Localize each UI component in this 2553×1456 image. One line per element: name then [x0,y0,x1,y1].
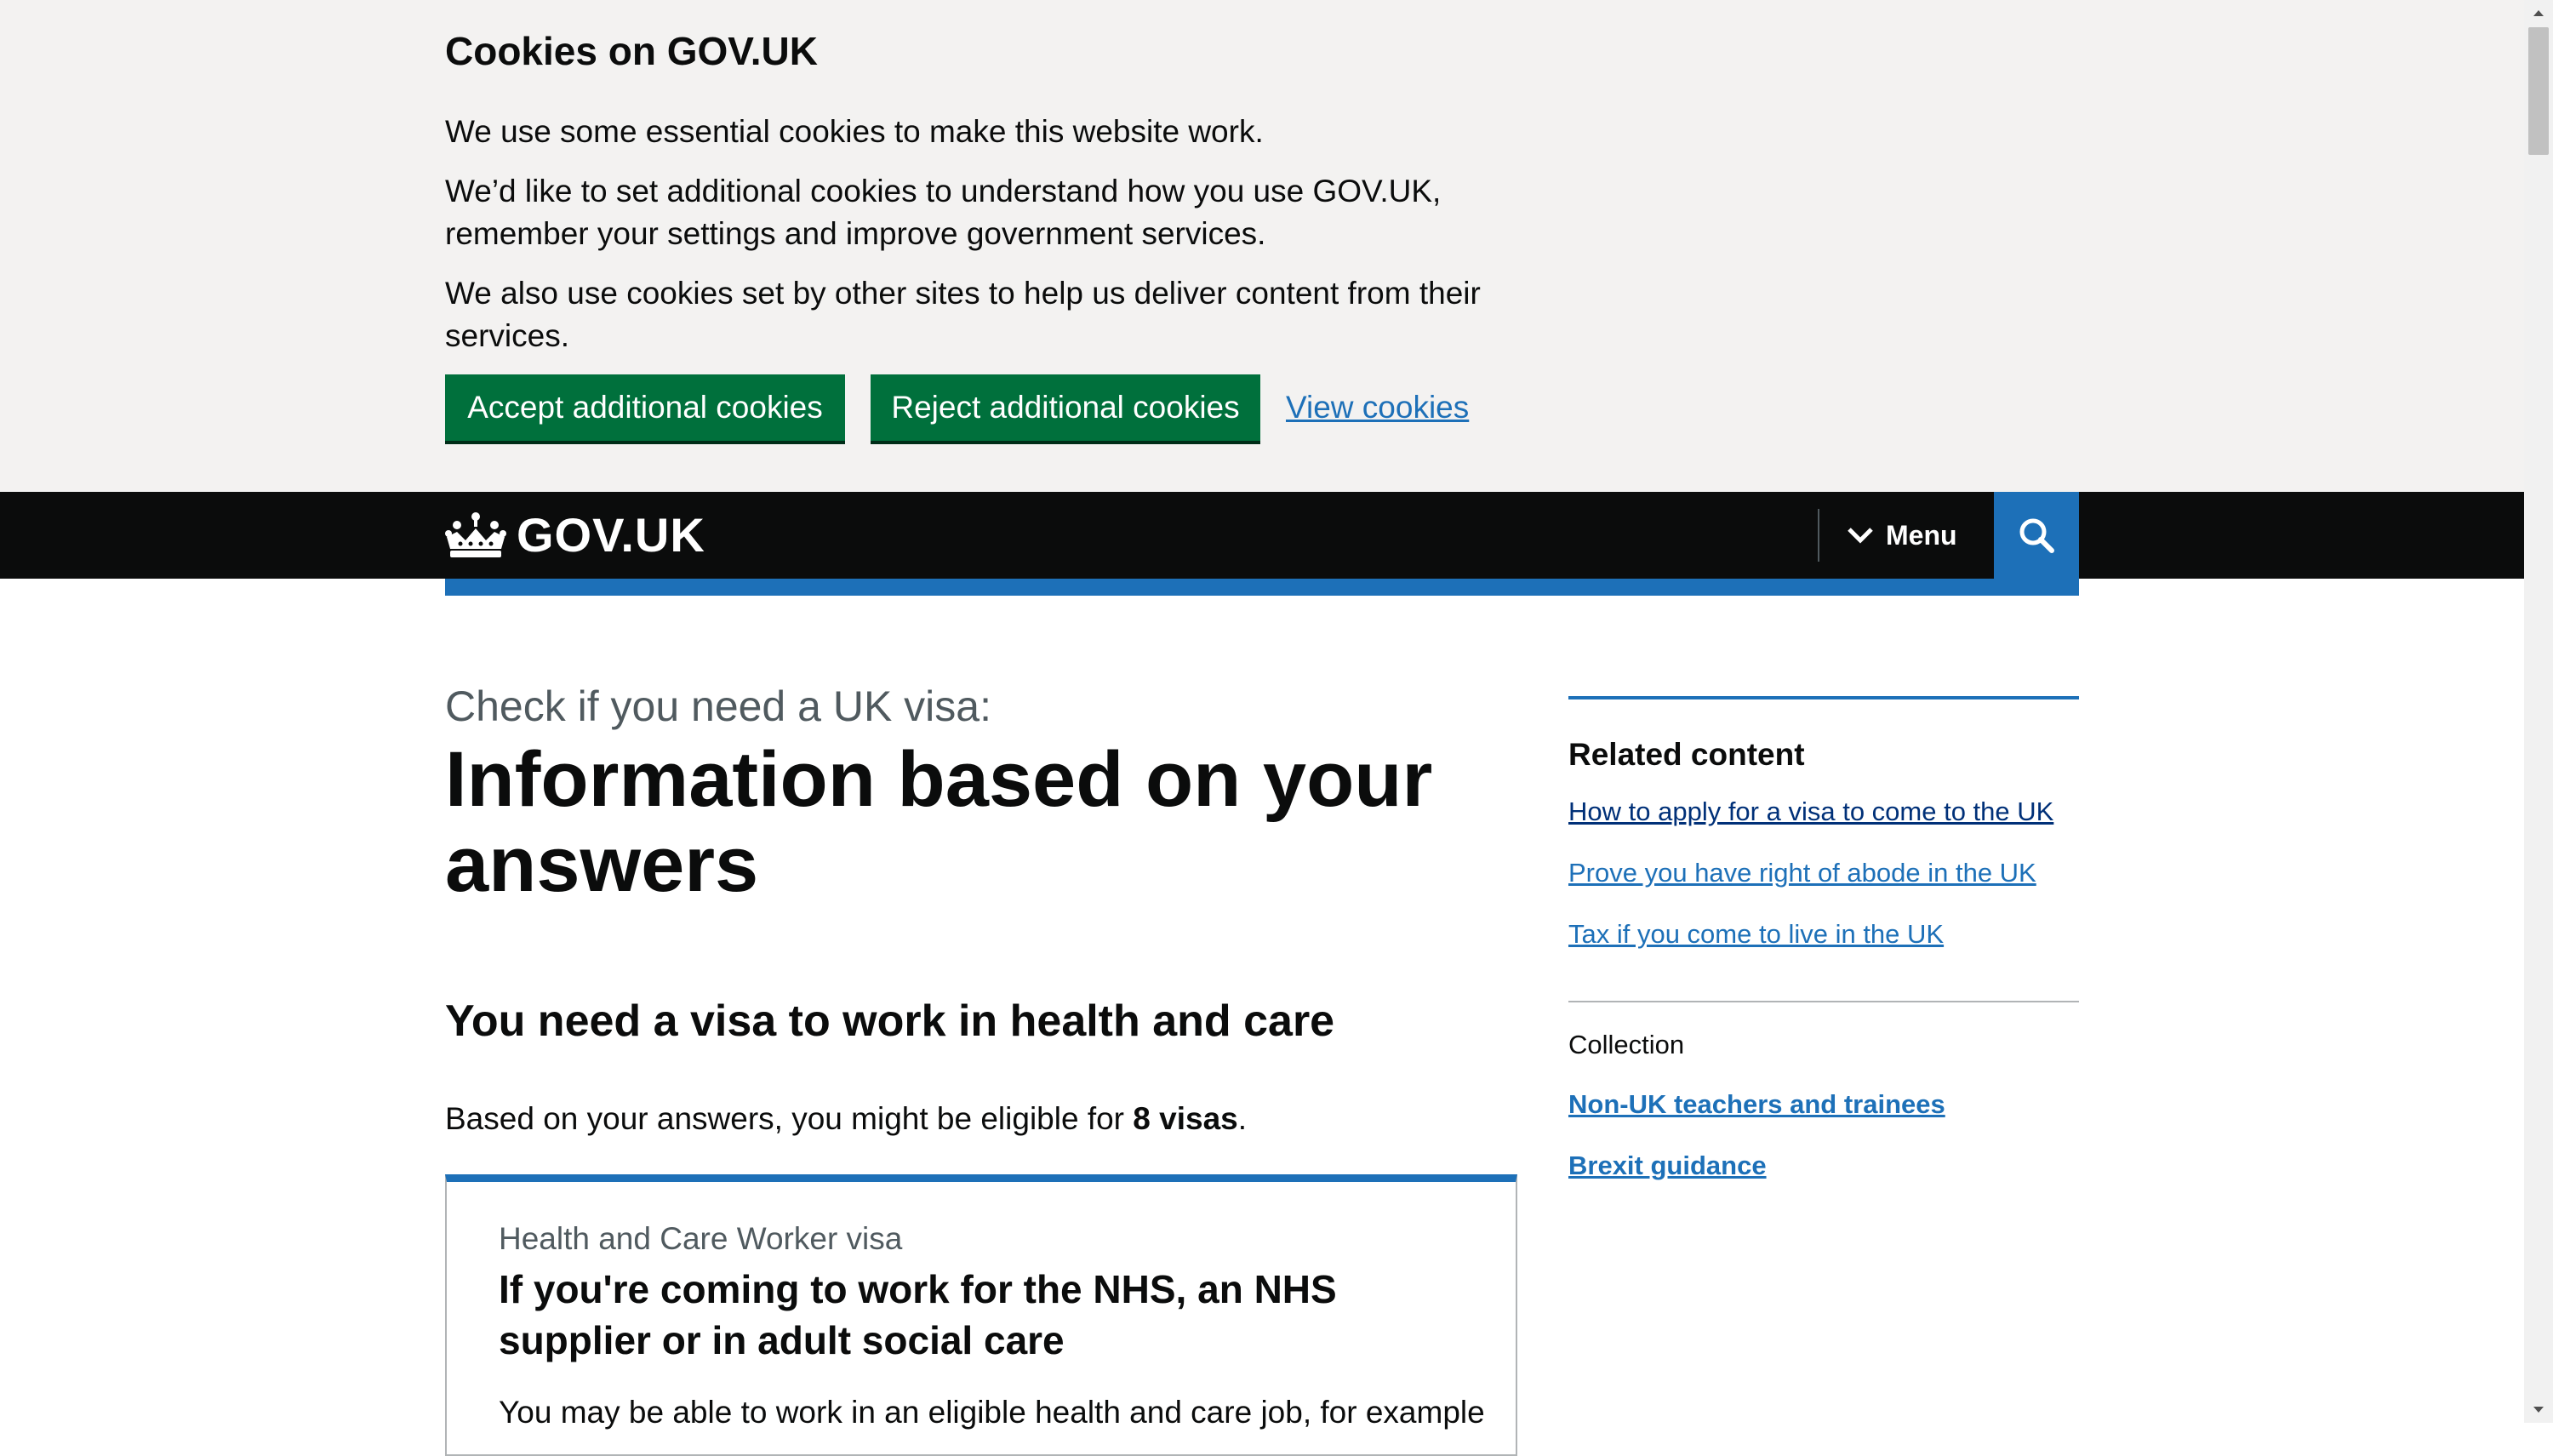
scrollbar-thumb[interactable] [2528,27,2549,155]
logo-text: GOV.UK [517,508,705,562]
search-icon [2019,518,2054,553]
view-cookies-link[interactable]: View cookies [1286,385,1469,431]
related-content-title: Related content [1568,737,1805,772]
reject-cookies-button[interactable]: Reject additional cookies [871,374,1260,441]
visa-card: Health and Care Worker visa If you're co… [445,1174,1517,1456]
related-link[interactable]: How to apply for a visa to come to the U… [1568,793,2053,831]
scroll-up-arrow-icon[interactable] [2524,0,2553,26]
site-header: GOV.UK Menu [0,492,2524,579]
eligibility-suffix: . [1237,1101,1248,1136]
visa-card-heading: If you're coming to work for the NHS, an… [499,1267,1337,1362]
header-divider [1818,509,1819,562]
eligibility-count: 8 visas [1133,1101,1238,1136]
page-title: Information based on your answers [445,736,1433,908]
cookie-banner-text: We’d like to set additional cookies to u… [445,174,1442,251]
crown-icon [445,512,506,557]
menu-label: Menu [1886,519,1957,551]
vertical-scrollbar[interactable] [2524,0,2553,1423]
cookie-banner-text: We use some essential cookies to make th… [445,114,1264,149]
collection-link[interactable]: Brexit guidance [1568,1147,1767,1185]
sidebar-divider [1568,1001,2079,1002]
scroll-down-arrow-icon[interactable] [2524,1397,2553,1423]
cookie-banner-title: Cookies on GOV.UK [445,29,818,73]
section-heading: You need a visa to work in health and ca… [445,996,1335,1046]
menu-button[interactable]: Menu [1847,511,1957,560]
header-accent-bar [445,579,2079,596]
related-link[interactable]: Prove you have right of abode in the UK [1568,854,2036,892]
cookie-banner-text: We also use cookies set by other sites t… [445,276,1481,353]
search-button[interactable] [1994,492,2079,579]
related-link[interactable]: Tax if you come to live in the UK [1568,916,1944,953]
visa-card-caption: Health and Care Worker visa [499,1221,903,1256]
govuk-logo-link[interactable]: GOV.UK [445,507,705,563]
cookie-banner: Cookies on GOV.UK We use some essential … [0,0,2524,492]
collection-label: Collection [1568,1030,1685,1059]
visa-card-body: You may be able to work in an eligible h… [499,1395,1485,1430]
eligibility-prefix: Based on your answers, you might be elig… [445,1101,1134,1136]
accept-cookies-button[interactable]: Accept additional cookies [445,374,845,441]
chevron-down-icon [1848,528,1873,544]
sidebar-top-rule [1568,696,2079,699]
page-caption: Check if you need a UK visa: [445,682,991,730]
eligibility-text: Based on your answers, you might be elig… [445,1096,1247,1142]
collection-link[interactable]: Non-UK teachers and trainees [1568,1086,1945,1123]
